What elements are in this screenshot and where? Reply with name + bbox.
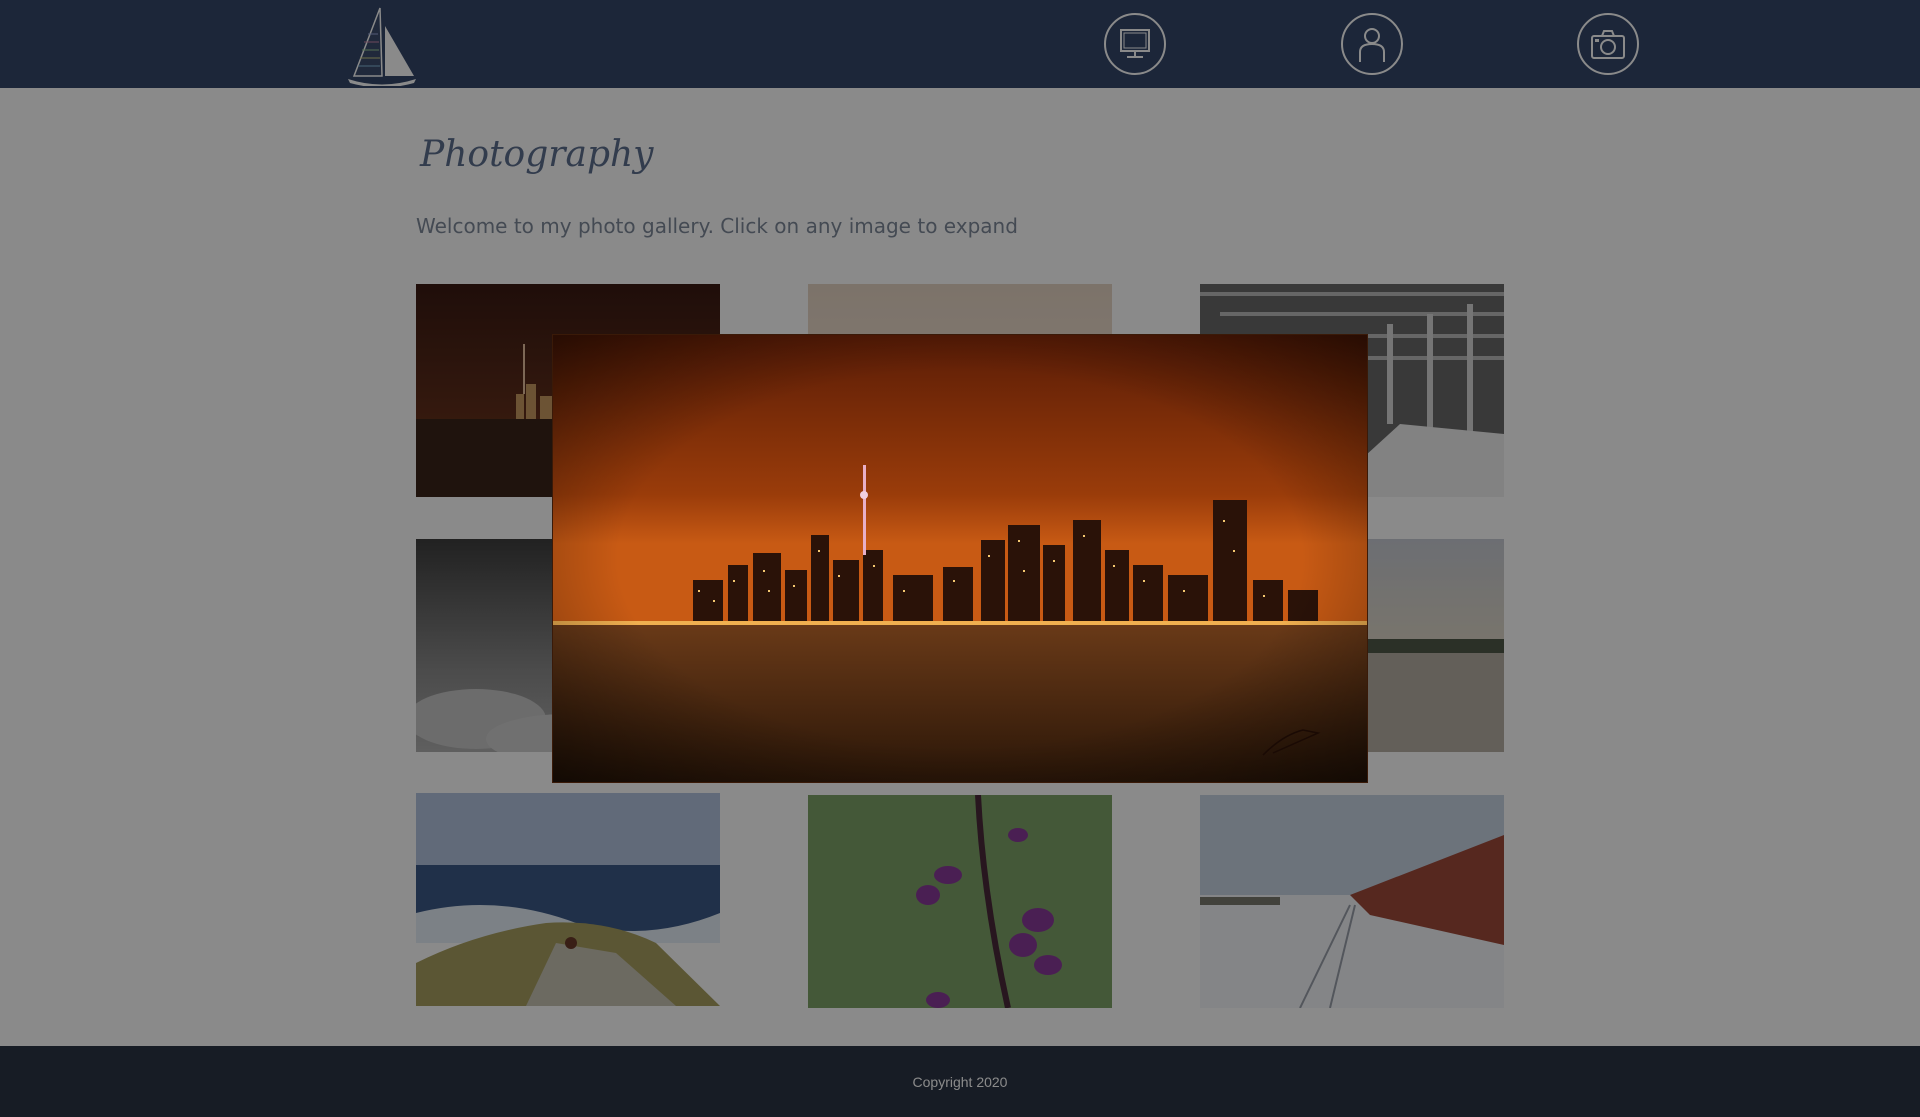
- expanded-image[interactable]: [553, 335, 1367, 782]
- city-skyline-night-photo: [553, 335, 1367, 782]
